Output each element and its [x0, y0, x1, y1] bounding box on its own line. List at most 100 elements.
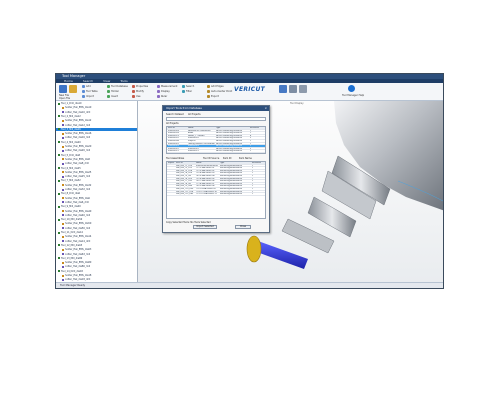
tree-item[interactable]: holder_Hsk_EMS_dia40 [56, 210, 137, 213]
tree-item[interactable]: cutter_Hsk_dia32_mill [56, 188, 137, 191]
ribbon-label: Ruler [161, 94, 168, 98]
tree-item[interactable]: cutter_Hsk_dia80_mill [56, 265, 137, 268]
ribbon-btn[interactable] [132, 85, 135, 88]
table-cell: tool_mill_T12_D63 [176, 193, 194, 196]
tree-item[interactable]: holder_Hsk_EMS_dia18 [56, 274, 137, 277]
tool-assemblies-label: Tool Assemblies [166, 157, 185, 160]
radio-item-name[interactable]: Item Name [239, 157, 252, 160]
tree-item[interactable]: cutter_Hsk_dia10_drill [56, 111, 137, 114]
tool-tree[interactable]: Tool_1_Drill_dia10 holder_Hsk_EMS_dia10 cu… [56, 101, 138, 284]
tree-item[interactable]: holder_Hsk_EMS_dia6 [56, 197, 137, 200]
tree-item[interactable]: Tool_7_Mill_dia32 [56, 179, 137, 182]
ribbon-btn[interactable] [107, 90, 110, 93]
help-icon[interactable] [348, 85, 355, 92]
radio-item-id[interactable]: Item ID [223, 157, 231, 160]
tree-item[interactable]: holder_Hsk_EMS_dia25 [56, 171, 137, 174]
close-button[interactable]: Close [235, 225, 251, 229]
ribbon-btn[interactable] [182, 90, 185, 93]
tree-item[interactable]: Tool_10_Mill_dia50 [56, 218, 137, 221]
import-selected-button[interactable]: Import Selected [193, 225, 217, 229]
new-file-button[interactable] [59, 85, 67, 93]
tree-item-label: holder_Hsk_EMS_dia10 [65, 106, 92, 110]
table-row[interactable]: tool_mill_T12_D63 T11-T12-MACHINGT11 Machi… [167, 193, 265, 196]
tree-item[interactable]: cutter_Hsk_dia50_mill [56, 227, 137, 230]
tree-item-label: Tool_6_Mill_dia25 [61, 166, 81, 170]
table-row[interactable]: 000000011 000000011 NEXUS Machining Resour… [167, 150, 265, 153]
ribbon-btn[interactable] [207, 85, 210, 88]
tree-item[interactable]: cutter_Hsk_dia20_mill [56, 149, 137, 152]
ribbon-btn[interactable] [157, 85, 160, 88]
tree-item-label: Tool_1_Drill_dia10 [61, 102, 82, 105]
ribbon-label: Properties [136, 84, 149, 88]
tree-item[interactable]: holder_Hsk_EMS_dia80 [56, 261, 137, 264]
tree-item[interactable]: Tool_8_Drill_dia6 [56, 192, 137, 195]
close-icon[interactable]: × [264, 106, 267, 111]
tool-assemblies-table[interactable]: Import Item ID Name Type Revisions tool_mill_… [166, 161, 266, 219]
ribbon-btn[interactable] [207, 90, 210, 93]
table-cell: MachiningToolResource [220, 193, 243, 196]
tree-item[interactable]: Tool_1_Drill_dia10 [56, 102, 137, 105]
ribbon-btn[interactable] [82, 85, 85, 88]
open-file-button[interactable] [69, 85, 77, 93]
ribbon-btn[interactable] [82, 90, 85, 93]
tree-item[interactable]: Tool_6_Mill_dia25 [56, 166, 137, 170]
tree-item[interactable]: holder_Hsk_EMS_dia16 [56, 132, 137, 136]
tree-item[interactable]: cutter_Hsk_dia40_mill [56, 214, 137, 217]
tree-item[interactable]: Tool_5_Drill_dia8 [56, 154, 137, 157]
tree-item[interactable]: holder_Hsk_EMS_dia50 [56, 222, 137, 225]
ribbon-btn[interactable] [132, 90, 135, 93]
ribbon-btn[interactable] [279, 85, 287, 93]
tree-item[interactable]: Tool_12_Mill_dia63 [56, 244, 137, 247]
component-icon [62, 175, 64, 178]
footer-text: Copy Selected Tools: No Tools Selected [166, 221, 211, 224]
component-icon [62, 210, 64, 212]
tree-item[interactable]: holder_Hsk_EMS_dia32 [56, 184, 137, 187]
tree-item-label: holder_Hsk_EMS_dia16 [65, 132, 92, 136]
all-projects-radio[interactable]: All Projects [188, 113, 201, 116]
tree-item[interactable]: cutter_Hsk_dia16_mill [56, 136, 137, 139]
tool-assembly-icon [58, 205, 60, 208]
tree-item[interactable]: cutter_Hsk_dia18_drill [56, 278, 137, 281]
tree-item[interactable]: Tool_11_Drill_dia14 [56, 231, 137, 234]
tree-item[interactable]: Tool_13_Mill_dia80 [56, 256, 137, 260]
ribbon-btn[interactable] [82, 95, 85, 98]
tree-item-label: holder_Hsk_EMS_dia63 [65, 248, 92, 252]
tree-item[interactable]: cutter_Hsk_dia25_mill [56, 175, 137, 178]
tool-assembly-icon [58, 270, 60, 273]
tree-item[interactable]: Tool_4_Mill_dia20 [56, 141, 137, 144]
ribbon-label: Measurement [161, 84, 178, 88]
ribbon-btn[interactable] [299, 85, 307, 93]
ribbon-btn[interactable] [182, 85, 185, 88]
tree-item[interactable]: cutter_Hsk_dia14_drill [56, 240, 137, 243]
tree-item[interactable]: Tool_9_Mill_dia40 [56, 205, 137, 208]
tree-item[interactable]: holder_Hsk_EMS_dia63 [56, 248, 137, 252]
search-input[interactable]: Search [166, 117, 266, 134]
tree-item[interactable]: holder_Hsk_EMS_dia20 [56, 145, 137, 148]
tree-item-label: holder_Hsk_EMS_dia12 [65, 119, 92, 123]
tree-item[interactable]: Tool_3_Mill_dia16 [56, 127, 137, 131]
ribbon-btn[interactable] [107, 95, 110, 98]
ribbon-btn[interactable] [289, 85, 297, 93]
tool-assembly-icon [58, 218, 60, 221]
ribbon-btn[interactable] [132, 95, 135, 98]
ribbon-btn[interactable] [157, 95, 160, 98]
tree-item[interactable]: holder_Hsk_EMS_dia8 [56, 158, 137, 161]
component-icon [62, 253, 64, 255]
ribbon-btn[interactable] [157, 90, 160, 93]
tool-assembly-icon [58, 179, 60, 182]
tree-item[interactable]: cutter_Hsk_dia63_mill [56, 253, 137, 256]
component-icon [62, 136, 64, 139]
tree-item[interactable]: holder_Hsk_EMS_dia10 [56, 106, 137, 110]
ribbon-btn[interactable] [207, 95, 210, 98]
tree-item-label: holder_Hsk_EMS_dia20 [65, 145, 92, 148]
projects-table[interactable]: Item ID Name Type Revisions 000000024 Pakewis… [166, 126, 266, 154]
tree-item[interactable]: cutter_Hsk_dia12_mill [56, 124, 137, 127]
tree-item[interactable]: cutter_Hsk_dia6_drill [56, 201, 137, 204]
tree-item[interactable]: holder_Hsk_EMS_dia14 [56, 235, 137, 238]
tree-item[interactable]: Tool_2_Mill_dia12 [56, 115, 137, 118]
tree-item[interactable]: holder_Hsk_EMS_dia12 [56, 119, 137, 123]
tree-item-label: Tool_13_Mill_dia80 [61, 256, 83, 260]
tree-item[interactable]: cutter_Hsk_dia8_drill [56, 162, 137, 165]
tree-item[interactable]: Tool_14_Drill_dia18 [56, 270, 137, 273]
ribbon-btn[interactable] [107, 85, 110, 88]
